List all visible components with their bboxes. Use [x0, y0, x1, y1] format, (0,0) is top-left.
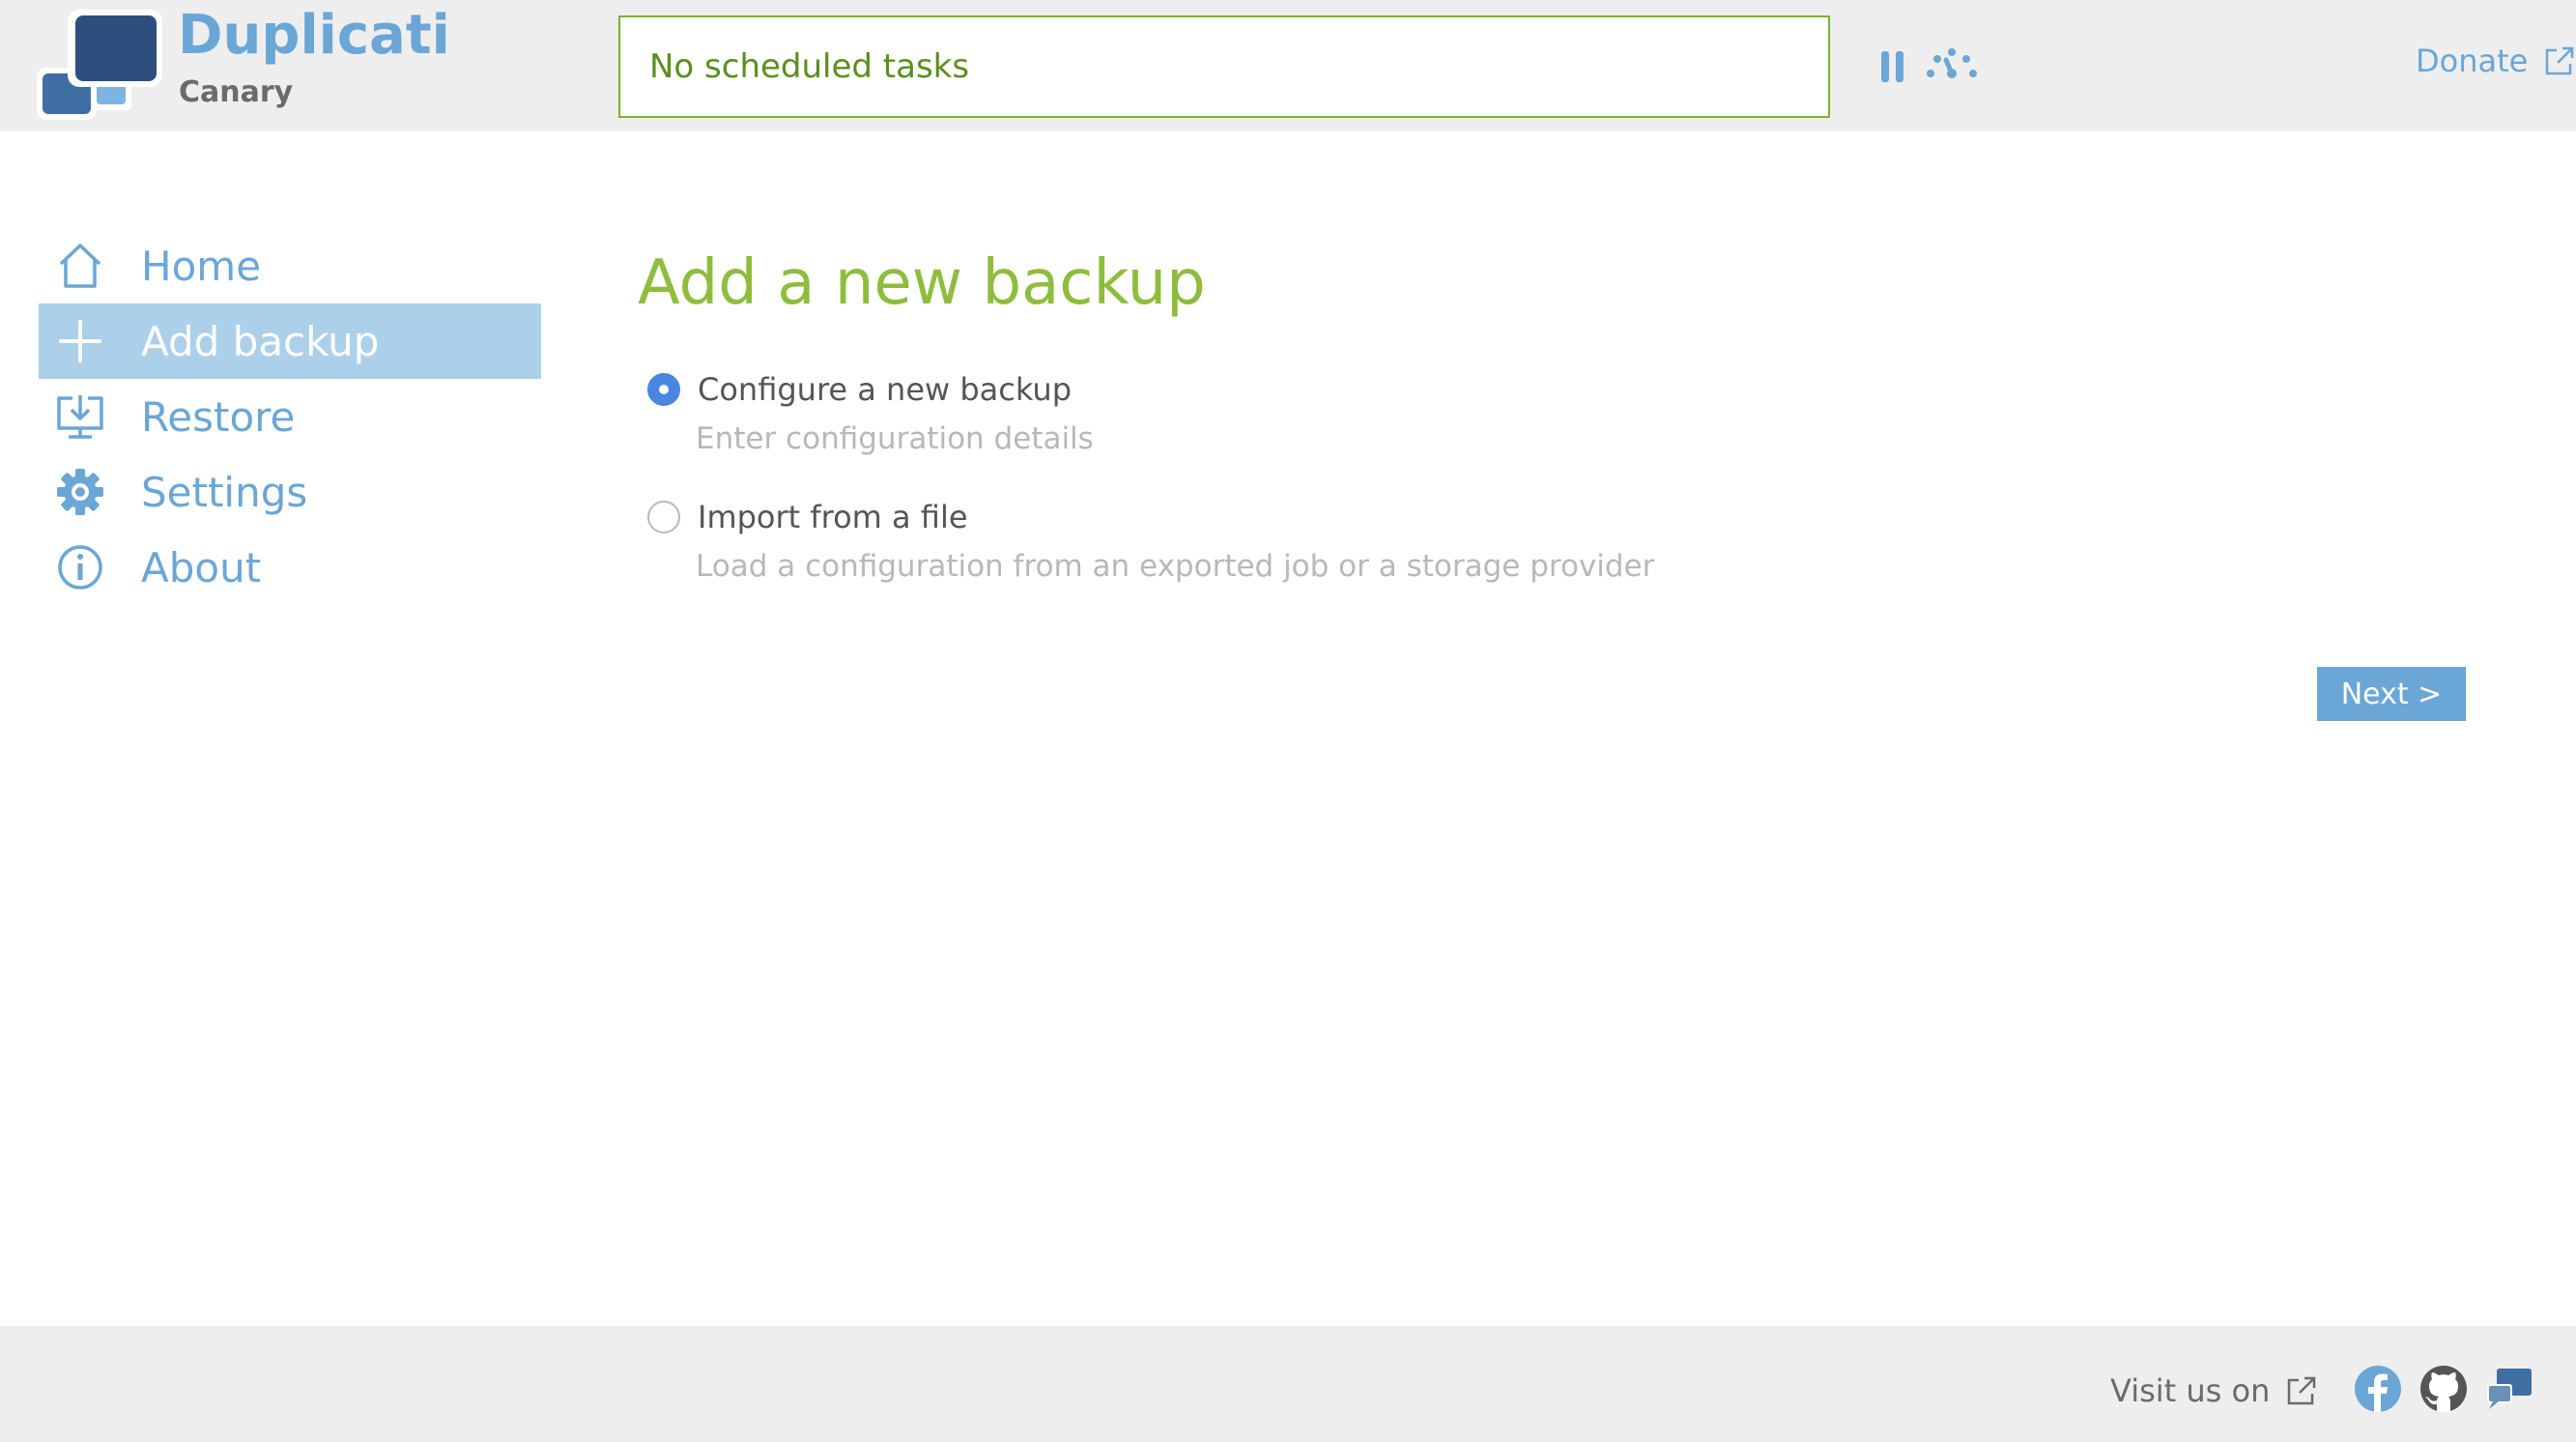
- next-button[interactable]: Next >: [2317, 667, 2466, 721]
- sidebar-nav: Home Add backup Restore Settings About: [39, 228, 541, 605]
- visit-label: Visit us on: [2110, 1372, 2271, 1409]
- sidebar-item-restore[interactable]: Restore: [39, 379, 541, 454]
- footer: Visit us on: [0, 1326, 2576, 1442]
- sidebar-item-about[interactable]: About: [39, 530, 541, 605]
- gear-icon: [52, 464, 108, 520]
- option-import-file[interactable]: Import from a file: [647, 499, 968, 535]
- home-icon: [52, 238, 108, 294]
- info-icon: [52, 539, 108, 595]
- external-link-icon: [2546, 46, 2574, 75]
- sidebar-item-label: About: [141, 543, 262, 591]
- sidebar-item-settings[interactable]: Settings: [39, 454, 541, 530]
- donate-link[interactable]: Donate: [2416, 43, 2576, 79]
- option-description: Enter configuration details: [696, 421, 1094, 456]
- page-title: Add a new backup: [638, 247, 1206, 319]
- radio-configure-new[interactable]: [647, 373, 680, 406]
- sidebar-item-label: Home: [141, 242, 262, 290]
- option-label: Configure a new backup: [698, 371, 1073, 408]
- sidebar-item-add-backup[interactable]: Add backup: [39, 303, 541, 379]
- brand-title: Duplicati: [178, 4, 450, 67]
- status-panel[interactable]: No scheduled tasks: [618, 15, 1830, 118]
- logo-icon[interactable]: [35, 8, 164, 122]
- donate-label: Donate: [2416, 43, 2529, 79]
- top-header: Duplicati Canary No scheduled tasks Dona…: [0, 0, 2576, 131]
- restore-icon: [52, 389, 108, 445]
- sidebar-item-home[interactable]: Home: [39, 228, 541, 303]
- facebook-icon[interactable]: [2354, 1365, 2402, 1413]
- status-text: No scheduled tasks: [649, 47, 970, 86]
- sidebar-item-label: Restore: [141, 392, 296, 441]
- forum-icon[interactable]: [2485, 1365, 2533, 1413]
- sidebar-item-label: Add backup: [141, 317, 380, 365]
- option-description: Load a configuration from an exported jo…: [696, 549, 1655, 584]
- pause-icon[interactable]: [1880, 50, 1905, 83]
- external-link-icon: [2288, 1376, 2316, 1405]
- throttle-icon[interactable]: [1925, 46, 1979, 79]
- radio-import-file[interactable]: [647, 501, 680, 534]
- github-icon[interactable]: [2419, 1365, 2468, 1413]
- visit-us-link[interactable]: Visit us on: [2110, 1372, 2318, 1409]
- plus-icon: [52, 313, 108, 369]
- option-configure-new[interactable]: Configure a new backup: [647, 371, 1072, 408]
- brand-subtitle: Canary: [179, 75, 294, 109]
- option-label: Import from a file: [698, 499, 968, 535]
- sidebar-item-label: Settings: [141, 468, 308, 516]
